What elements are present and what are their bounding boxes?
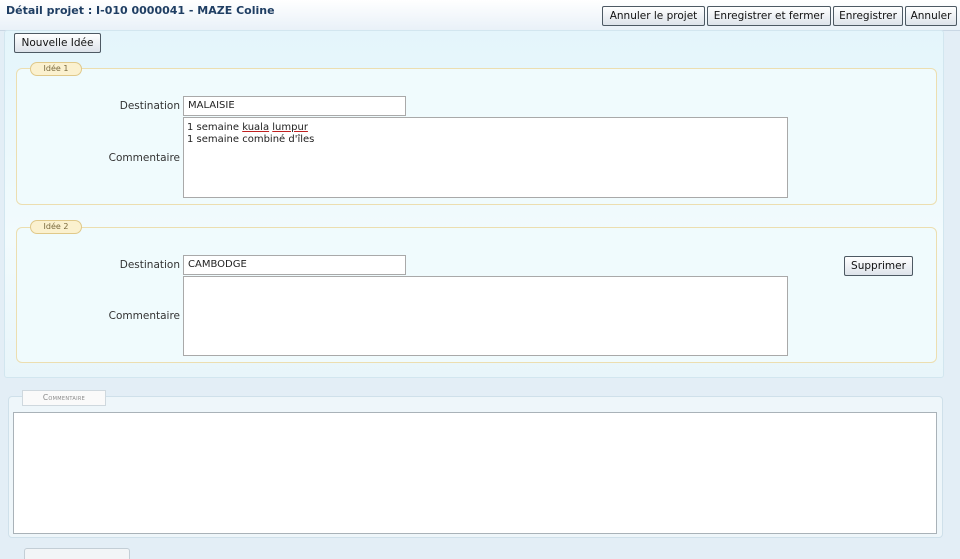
idea-1-destination-label: Destination <box>119 100 180 112</box>
comment-text: 1 semaine combiné d'îles <box>187 134 315 145</box>
idea-2-destination-input[interactable]: CAMBODGE <box>183 255 406 275</box>
delete-idea-button[interactable]: Supprimer <box>844 256 913 276</box>
idea-2-comment-label: Commentaire <box>108 310 180 322</box>
save-button[interactable]: Enregistrer <box>833 6 903 26</box>
window-title: Détail projet : I-010 0000041 - MAZE Col… <box>6 4 275 17</box>
idea-2-legend: Idée 2 <box>30 220 82 234</box>
idea-1-comment-textarea[interactable]: 1 semaine kuala lumpur 1 semaine combiné… <box>183 117 788 198</box>
comment-text-misspelled: kuala <box>242 122 270 133</box>
comment-text: 1 semaine <box>187 122 243 133</box>
comment-section-legend-text: Commentaire <box>42 393 86 402</box>
idea-1-legend: Idée 1 <box>30 62 82 76</box>
title-bar: Détail projet : I-010 0000041 - MAZE Col… <box>0 0 960 31</box>
comment-text-misspelled: lumpur <box>272 122 308 133</box>
new-idea-button[interactable]: Nouvelle Idée <box>14 33 101 53</box>
idea-1-destination-input[interactable]: MALAISIE <box>183 96 406 116</box>
cancel-button[interactable]: Annuler <box>905 6 957 26</box>
idea-2-destination-label: Destination <box>119 259 180 271</box>
comment-section-legend: Commentaire <box>22 390 106 406</box>
save-and-close-button[interactable]: Enregistrer et fermer <box>707 6 831 26</box>
general-comment-textarea[interactable] <box>13 412 937 534</box>
idea-1-comment-label: Commentaire <box>108 152 180 164</box>
cancel-project-button[interactable]: Annuler le projet <box>602 6 705 26</box>
idea-2-comment-textarea[interactable] <box>183 276 788 356</box>
